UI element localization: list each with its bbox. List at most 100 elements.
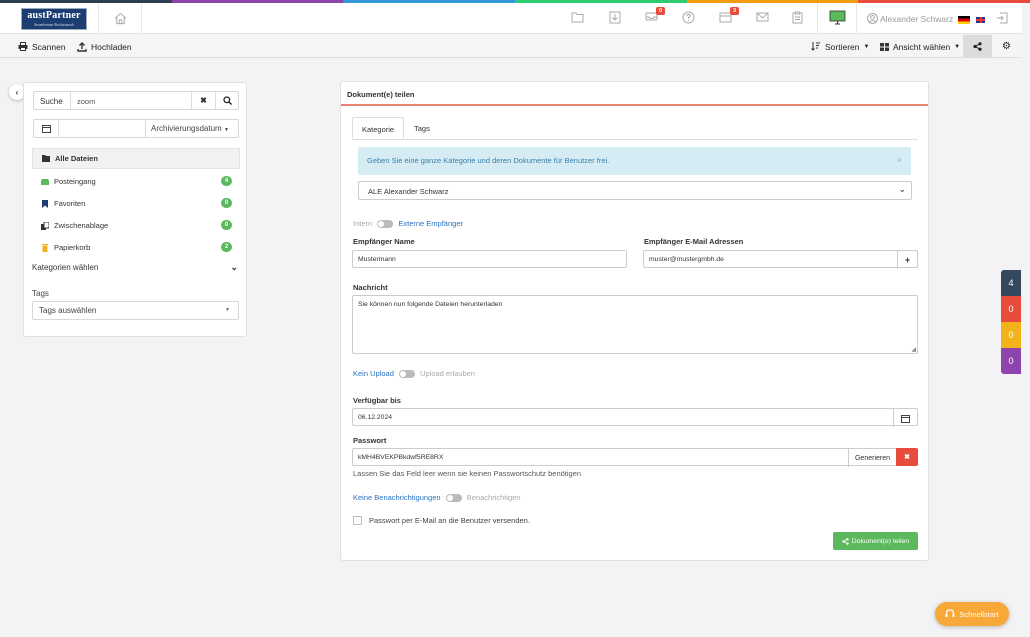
- category-select[interactable]: ALE Alexander Schwarz ⌄: [358, 181, 912, 200]
- inbox-badge-icon[interactable]: 0: [645, 7, 665, 25]
- view-dropdown[interactable]: Ansicht wählen ▼: [880, 35, 960, 58]
- categories-label: Kategorien wählen: [32, 263, 99, 272]
- resize-handle-icon[interactable]: ◢: [911, 346, 916, 353]
- add-recipient-button[interactable]: +: [897, 251, 917, 269]
- side-counter-value: 0: [1008, 330, 1014, 340]
- share-documents-button[interactable]: Dokument(e) teilen: [833, 532, 918, 550]
- date-sort-dropdown[interactable]: Archivierungsdatum ▼: [145, 120, 240, 137]
- nav-item-trash[interactable]: Papierkorb 2: [32, 237, 240, 258]
- search-input[interactable]: zoom: [70, 92, 191, 109]
- send-password-checkbox[interactable]: [353, 516, 362, 525]
- home-button[interactable]: [98, 3, 142, 34]
- quickstart-label: Schnellstart: [959, 609, 999, 619]
- help-icon[interactable]: [682, 11, 696, 25]
- folder-icon[interactable]: [571, 11, 585, 25]
- upload-yes-label: Upload erlauben: [420, 369, 476, 378]
- date-filter-group: Archivierungsdatum ▼: [33, 119, 239, 138]
- tab-category[interactable]: Kategorie: [352, 117, 405, 139]
- tab-divider: [352, 139, 918, 140]
- recipient-toggle-switch[interactable]: [377, 220, 394, 229]
- toggle-intern-label: Intern: [353, 219, 373, 228]
- print-icon: [18, 42, 28, 51]
- settings-button[interactable]: ⚙: [1002, 35, 1011, 58]
- nav-all-files[interactable]: Alle Dateien: [32, 148, 240, 169]
- chevron-down-icon: ⌄: [898, 184, 906, 194]
- sort-icon: [811, 42, 820, 51]
- share-toolbar-button[interactable]: [963, 35, 992, 58]
- clipboard-icon: [40, 221, 50, 230]
- logout-icon[interactable]: [996, 12, 1010, 26]
- upload-toggle[interactable]: Kein Upload Upload erlauben: [353, 369, 476, 379]
- notification-toggle[interactable]: Keine Benachrichtigungen Benachrichtigen: [353, 493, 521, 503]
- share-panel: Dokument(e) teilen Kategorie Tags Geben …: [340, 81, 929, 561]
- date-sort-label: Archivierungsdatum: [151, 124, 222, 133]
- calendar-icon: [41, 125, 51, 133]
- available-until-field[interactable]: 06.12.2024: [352, 408, 918, 427]
- date-picker-button[interactable]: [893, 409, 917, 427]
- message-label: Nachricht: [353, 283, 388, 292]
- date-input[interactable]: [58, 120, 145, 137]
- side-counter-yellow[interactable]: 0: [1001, 322, 1021, 348]
- sort-label: Sortieren: [825, 41, 860, 52]
- side-counter-purple[interactable]: 0: [1001, 348, 1021, 374]
- english-flag-icon[interactable]: [976, 17, 985, 23]
- password-field[interactable]: kMH4BVEKPBkdwf5RE8RX Generieren ✖: [352, 448, 918, 467]
- filter-sidebar: Suche zoom ✖ Archivierungsdatum ▼ Alle D…: [23, 82, 247, 337]
- clear-search-button[interactable]: ✖: [191, 92, 215, 109]
- side-counter-red[interactable]: 0: [1001, 296, 1021, 322]
- sort-dropdown[interactable]: Sortieren ▼: [811, 35, 869, 58]
- notify-toggle-switch[interactable]: [445, 494, 462, 503]
- date-picker-button[interactable]: [34, 120, 58, 137]
- info-alert: Geben Sie eine ganze Kategorie und deren…: [358, 147, 911, 175]
- password-value: kMH4BVEKPBkdwf5RE8RX: [358, 454, 444, 461]
- inbox-icon: [40, 178, 50, 185]
- tags-select[interactable]: Tags auswählen ▼: [32, 301, 239, 320]
- calendar-badge-icon[interactable]: 3: [719, 7, 739, 25]
- nav-item-label: Posteingang: [54, 177, 96, 186]
- mail-icon[interactable]: [756, 11, 770, 25]
- headset-icon: [945, 609, 955, 617]
- side-counter-tasks[interactable]: 4: [1001, 270, 1021, 296]
- categories-dropdown[interactable]: Kategorien wählen ⌄: [32, 262, 240, 277]
- upload-button[interactable]: Hochladen: [77, 35, 132, 58]
- clipboard-icon[interactable]: [792, 11, 806, 25]
- plus-icon: +: [904, 255, 911, 265]
- tab-tags[interactable]: Tags: [405, 117, 439, 139]
- side-counter-value: 0: [1008, 356, 1014, 366]
- share-icon: [842, 537, 849, 545]
- remote-support-button[interactable]: [817, 3, 857, 34]
- nav-item-favorites[interactable]: Favoriten 0: [32, 193, 240, 214]
- upload-label: Hochladen: [91, 41, 132, 52]
- quickstart-button[interactable]: Schnellstart: [935, 602, 1009, 626]
- brand-logo[interactable]: austPartner Steuerberater Rechtsanwalt: [21, 8, 87, 30]
- scan-button[interactable]: Scannen: [18, 35, 66, 58]
- search-button[interactable]: [215, 92, 239, 109]
- count-badge: 0: [221, 198, 232, 208]
- gear-icon: ⚙: [1002, 41, 1011, 52]
- nav-item-label: Favoriten: [54, 199, 86, 208]
- close-icon: ✖: [904, 454, 910, 461]
- nav-item-clipboard[interactable]: Zwischenablage 0: [32, 215, 240, 236]
- recipient-email-value: muster@mustergmbh.de: [649, 256, 724, 263]
- upload-toggle-switch[interactable]: [398, 370, 415, 379]
- share-icon: [973, 42, 982, 51]
- german-flag-icon[interactable]: [958, 16, 970, 24]
- user-menu[interactable]: Alexander Schwarz: [867, 13, 953, 24]
- chevron-down-icon: ⌄: [230, 262, 238, 272]
- generate-password-button[interactable]: Generieren: [848, 449, 896, 467]
- password-hint: Lassen Sie das Feld leer wenn sie keinen…: [353, 469, 582, 478]
- recipient-email-field[interactable]: muster@mustergmbh.de +: [643, 250, 918, 269]
- monitor-icon: [829, 10, 846, 25]
- count-badge: 2: [221, 242, 232, 252]
- close-icon[interactable]: ×: [897, 155, 902, 165]
- inbox-badge: 0: [656, 7, 665, 15]
- recipient-type-toggle[interactable]: Intern Externe Empfänger: [353, 219, 463, 229]
- nav-item-inbox[interactable]: Posteingang 4: [32, 171, 240, 192]
- nav-all-files-label: Alle Dateien: [55, 154, 98, 163]
- scan-label: Scannen: [32, 41, 66, 52]
- recipient-name-input[interactable]: Mustermann: [352, 250, 627, 268]
- side-counter-value: 0: [1008, 304, 1014, 314]
- message-textarea[interactable]: Sie können nun folgende Dateien herunter…: [352, 295, 918, 354]
- download-icon[interactable]: [609, 11, 623, 25]
- clear-password-button[interactable]: ✖: [896, 448, 918, 466]
